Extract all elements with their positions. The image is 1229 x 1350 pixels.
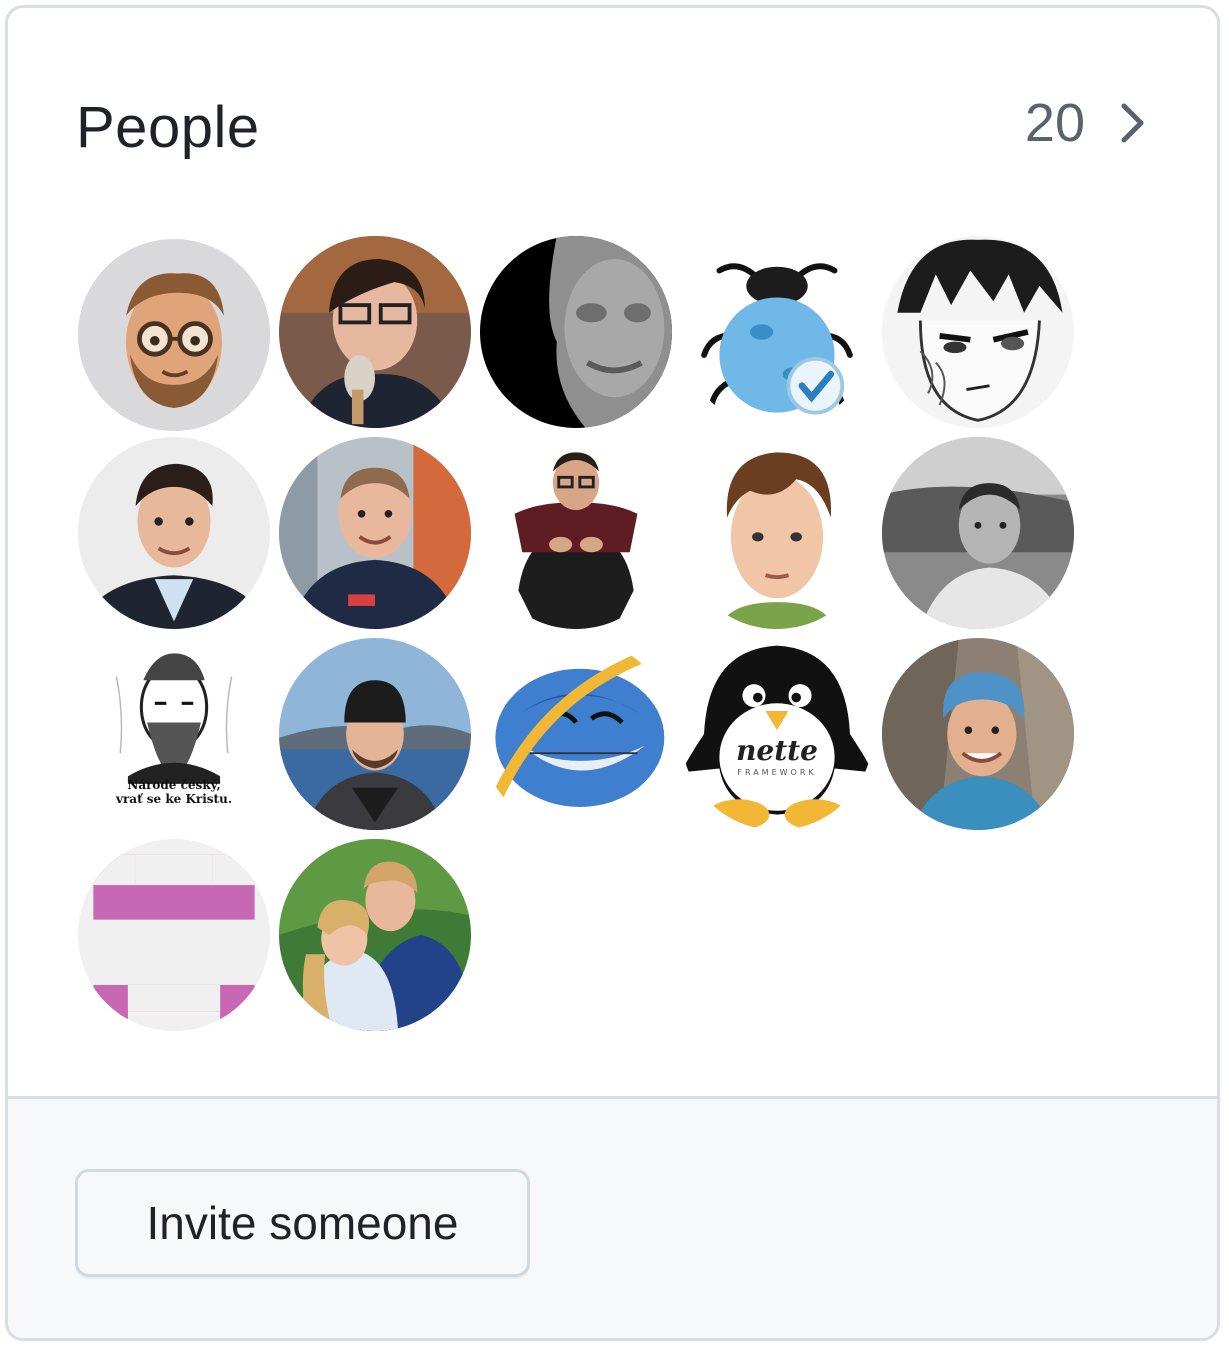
avatar-man-headscarf-rock[interactable] <box>882 638 1074 830</box>
people-count: 20 <box>1024 93 1085 153</box>
avatar-engraving-portrait[interactable]: Národe český, vrať se ke Kristu. <box>78 638 270 830</box>
avatar-pink-identicon[interactable] <box>78 839 270 1031</box>
avatar-couple[interactable] <box>279 839 471 1031</box>
avatar-ie-trollface[interactable] <box>480 638 672 830</box>
nette-logo-text: nette <box>736 734 818 767</box>
avatar-man-suit[interactable] <box>78 437 270 629</box>
invite-someone-button[interactable]: Invite someone <box>75 1169 530 1277</box>
avatar-man-tshirt-smiling[interactable] <box>279 437 471 629</box>
avatar-man-grayscale[interactable] <box>882 437 1074 629</box>
people-header: People 20 <box>8 8 1217 228</box>
avatar-nette-penguin[interactable]: nette FRAMEWORK <box>681 638 873 830</box>
avatar-blue-bug-check[interactable] <box>681 236 873 428</box>
avatar-man-crouching[interactable] <box>480 437 672 629</box>
engraving-caption-line-1: Národe český, <box>127 778 221 792</box>
people-footer: Invite someone <box>8 1096 1217 1338</box>
avatar-memoji-beard-glasses[interactable] <box>78 239 270 431</box>
avatar-man-beanie-lake[interactable] <box>279 638 471 830</box>
people-card: People 20 Národe český, vrať se ke Krist… <box>5 5 1220 1341</box>
chevron-right-icon <box>1119 101 1147 145</box>
avatar-stone-face[interactable] <box>480 236 672 428</box>
nette-logo-sub: FRAMEWORK <box>737 768 817 777</box>
avatar-anime-face[interactable] <box>882 236 1074 428</box>
people-count-link[interactable]: 20 <box>1025 92 1147 154</box>
people-title: People <box>76 95 260 160</box>
avatar-young-man-portrait[interactable] <box>681 437 873 629</box>
engraving-caption: Národe český, vrať se ke Kristu. <box>78 778 270 806</box>
avatar-man-glasses-eating[interactable] <box>279 236 471 428</box>
engraving-caption-line-2: vrať se ke Kristu. <box>116 792 232 806</box>
